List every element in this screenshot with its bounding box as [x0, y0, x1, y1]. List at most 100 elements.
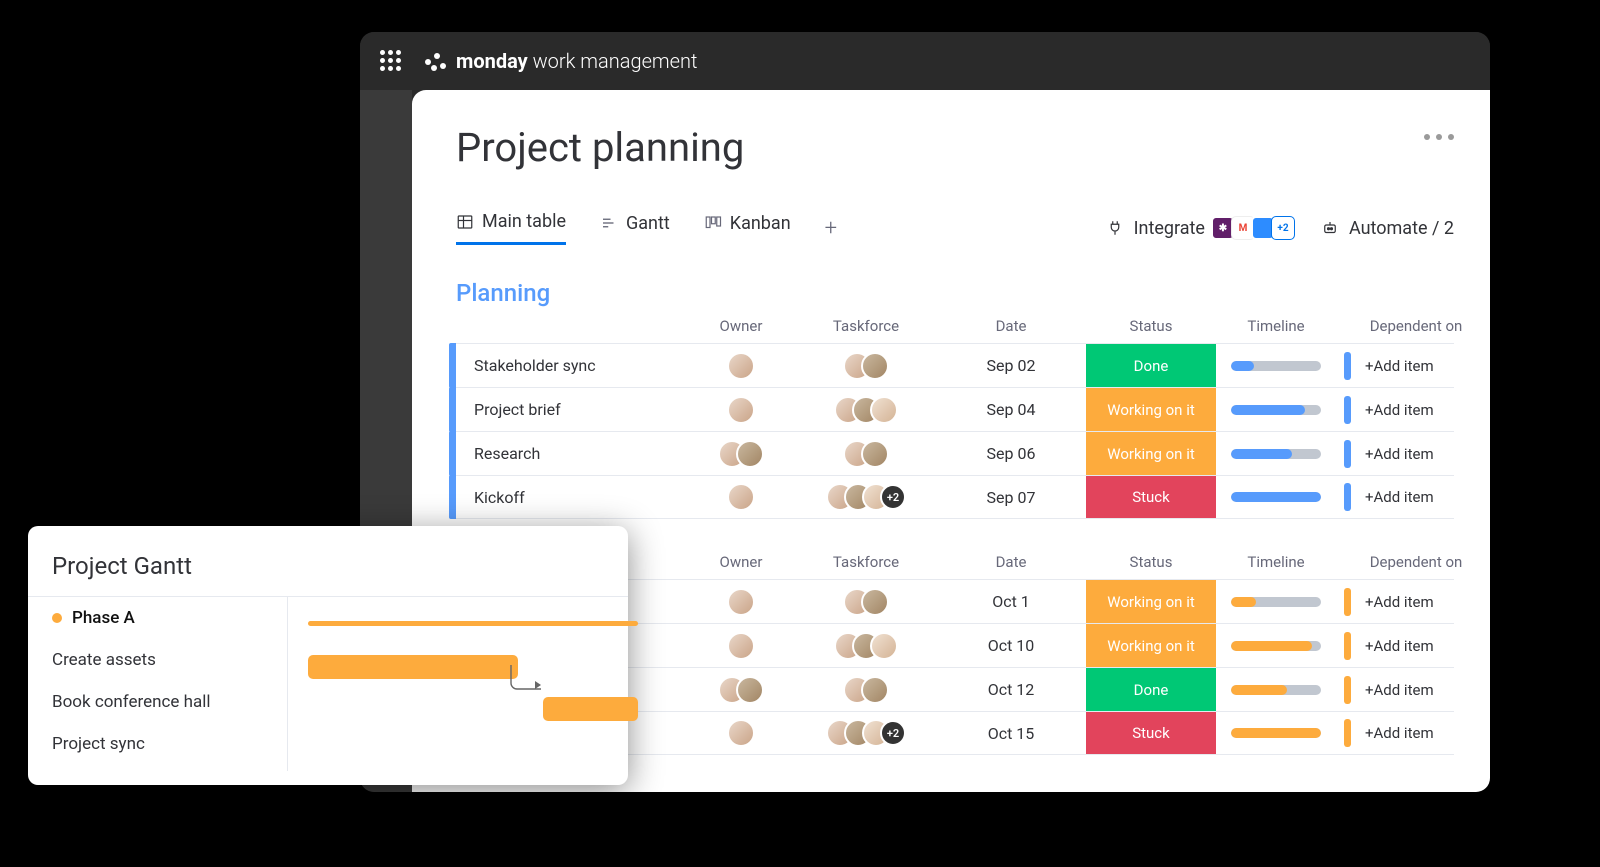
gantt-task-row[interactable]: Book conference hall: [28, 681, 287, 723]
apps-grid-icon[interactable]: [380, 50, 402, 72]
dependent-on-cell[interactable]: +Add item: [1336, 719, 1490, 747]
date-cell[interactable]: Sep 04: [936, 400, 1086, 419]
column-header[interactable]: Taskforce: [796, 553, 936, 571]
column-header[interactable]: Dependent on: [1336, 553, 1490, 571]
dependent-on-cell[interactable]: +Add item: [1336, 440, 1490, 468]
taskforce-cell[interactable]: [796, 396, 936, 424]
dependent-on-cell[interactable]: +Add item: [1336, 588, 1490, 616]
gantt-task-row[interactable]: Project sync: [28, 723, 287, 765]
owner-cell[interactable]: [686, 483, 796, 511]
task-name-cell[interactable]: Research: [456, 444, 686, 463]
tab-main-table[interactable]: Main table: [456, 211, 566, 245]
column-header[interactable]: Timeline: [1216, 317, 1336, 335]
date-cell[interactable]: Sep 06: [936, 444, 1086, 463]
group: Planning OwnerTaskforceDateStatusTimeline…: [456, 279, 1454, 519]
timeline-cell[interactable]: [1216, 405, 1336, 415]
group-title[interactable]: Planning: [456, 279, 1454, 307]
table-row[interactable]: Stakeholder sync Sep 02 Done +Add item: [456, 343, 1454, 387]
column-header[interactable]: Owner: [686, 553, 796, 571]
dependent-on-cell[interactable]: +Add item: [1336, 396, 1490, 424]
owner-cell[interactable]: [686, 632, 796, 660]
date-cell[interactable]: Oct 10: [936, 636, 1086, 655]
timeline-bar: [1231, 449, 1321, 459]
column-header[interactable]: Status: [1086, 317, 1216, 335]
avatar-more-count: +2: [880, 720, 906, 746]
timeline-cell[interactable]: [1216, 361, 1336, 371]
date-cell[interactable]: Oct 1: [936, 592, 1086, 611]
date-cell[interactable]: Sep 02: [936, 356, 1086, 375]
automate-button[interactable]: Automate / 2: [1321, 218, 1454, 239]
column-header[interactable]: Dependent on: [1336, 317, 1490, 335]
more-menu-icon[interactable]: [1424, 124, 1454, 140]
gantt-task-list: Phase A Create assets Book conference ha…: [28, 597, 288, 771]
table-row[interactable]: Research Sep 06 Working on it +Add item: [456, 431, 1454, 475]
board-title: Project planning: [456, 124, 744, 171]
taskforce-cell[interactable]: +2: [796, 719, 936, 747]
dependent-on-cell[interactable]: +Add item: [1336, 676, 1490, 704]
table-row[interactable]: Project brief Sep 04 Working on it +Add …: [456, 387, 1454, 431]
tab-gantt[interactable]: Gantt: [600, 213, 670, 244]
tab-kanban[interactable]: Kanban: [704, 213, 791, 244]
status-cell[interactable]: Working on it: [1086, 624, 1216, 667]
dependent-on-cell[interactable]: +Add item: [1336, 352, 1490, 380]
avatar: [727, 719, 755, 747]
status-cell[interactable]: Working on it: [1086, 388, 1216, 431]
status-cell[interactable]: Working on it: [1086, 580, 1216, 623]
timeline-cell[interactable]: [1216, 685, 1336, 695]
taskforce-cell[interactable]: [796, 352, 936, 380]
dep-indicator-icon: [1344, 440, 1351, 468]
date-cell[interactable]: Sep 07: [936, 488, 1086, 507]
topbar: monday work management: [360, 32, 1490, 90]
column-header[interactable]: Status: [1086, 553, 1216, 571]
avatar: [870, 632, 898, 660]
taskforce-cell[interactable]: [796, 588, 936, 616]
taskforce-cell[interactable]: [796, 632, 936, 660]
table-row[interactable]: Kickoff +2 Sep 07 Stuck +Add item: [456, 475, 1454, 519]
timeline-cell[interactable]: [1216, 641, 1336, 651]
avatar: [727, 588, 755, 616]
brand-name: monday: [456, 49, 528, 73]
status-cell[interactable]: Stuck: [1086, 712, 1216, 754]
taskforce-cell[interactable]: +2: [796, 483, 936, 511]
gantt-task-row[interactable]: Create assets: [28, 639, 287, 681]
taskforce-cell[interactable]: [796, 676, 936, 704]
column-header[interactable]: Taskforce: [796, 317, 936, 335]
task-name-cell[interactable]: Kickoff: [456, 488, 686, 507]
task-name-cell[interactable]: Project brief: [456, 400, 686, 419]
timeline-cell[interactable]: [1216, 728, 1336, 738]
dep-indicator-icon: [1344, 396, 1351, 424]
date-cell[interactable]: Oct 15: [936, 724, 1086, 743]
column-header[interactable]: Timeline: [1216, 553, 1336, 571]
owner-cell[interactable]: [686, 396, 796, 424]
integrate-button[interactable]: Integrate ✱ M +2: [1106, 216, 1295, 240]
date-cell[interactable]: Oct 12: [936, 680, 1086, 699]
timeline-cell[interactable]: [1216, 449, 1336, 459]
task-name-cell[interactable]: Stakeholder sync: [456, 356, 686, 375]
status-cell[interactable]: Working on it: [1086, 432, 1216, 475]
owner-cell[interactable]: [686, 352, 796, 380]
table-icon: [456, 213, 474, 231]
owner-cell[interactable]: [686, 719, 796, 747]
timeline-cell[interactable]: [1216, 597, 1336, 607]
owner-cell[interactable]: [686, 676, 796, 704]
column-header[interactable]: Owner: [686, 317, 796, 335]
column-header[interactable]: Date: [936, 553, 1086, 571]
gantt-phase-row[interactable]: Phase A: [28, 597, 287, 639]
integration-badges: ✱ M +2: [1215, 216, 1295, 240]
column-header[interactable]: Date: [936, 317, 1086, 335]
dependent-on-cell[interactable]: +Add item: [1336, 483, 1490, 511]
owner-cell[interactable]: [686, 588, 796, 616]
status-cell[interactable]: Stuck: [1086, 476, 1216, 518]
taskforce-cell[interactable]: [796, 440, 936, 468]
timeline-cell[interactable]: [1216, 492, 1336, 502]
table: OwnerTaskforceDateStatusTimelineDependen…: [456, 317, 1454, 519]
avatar: [727, 352, 755, 380]
add-view-button[interactable]: +: [825, 216, 837, 241]
dependent-on-cell[interactable]: +Add item: [1336, 632, 1490, 660]
avatar: [727, 632, 755, 660]
owner-cell[interactable]: [686, 440, 796, 468]
avatar-more-count: +2: [880, 484, 906, 510]
status-cell[interactable]: Done: [1086, 668, 1216, 711]
status-cell[interactable]: Done: [1086, 344, 1216, 387]
robot-icon: [1321, 219, 1339, 237]
